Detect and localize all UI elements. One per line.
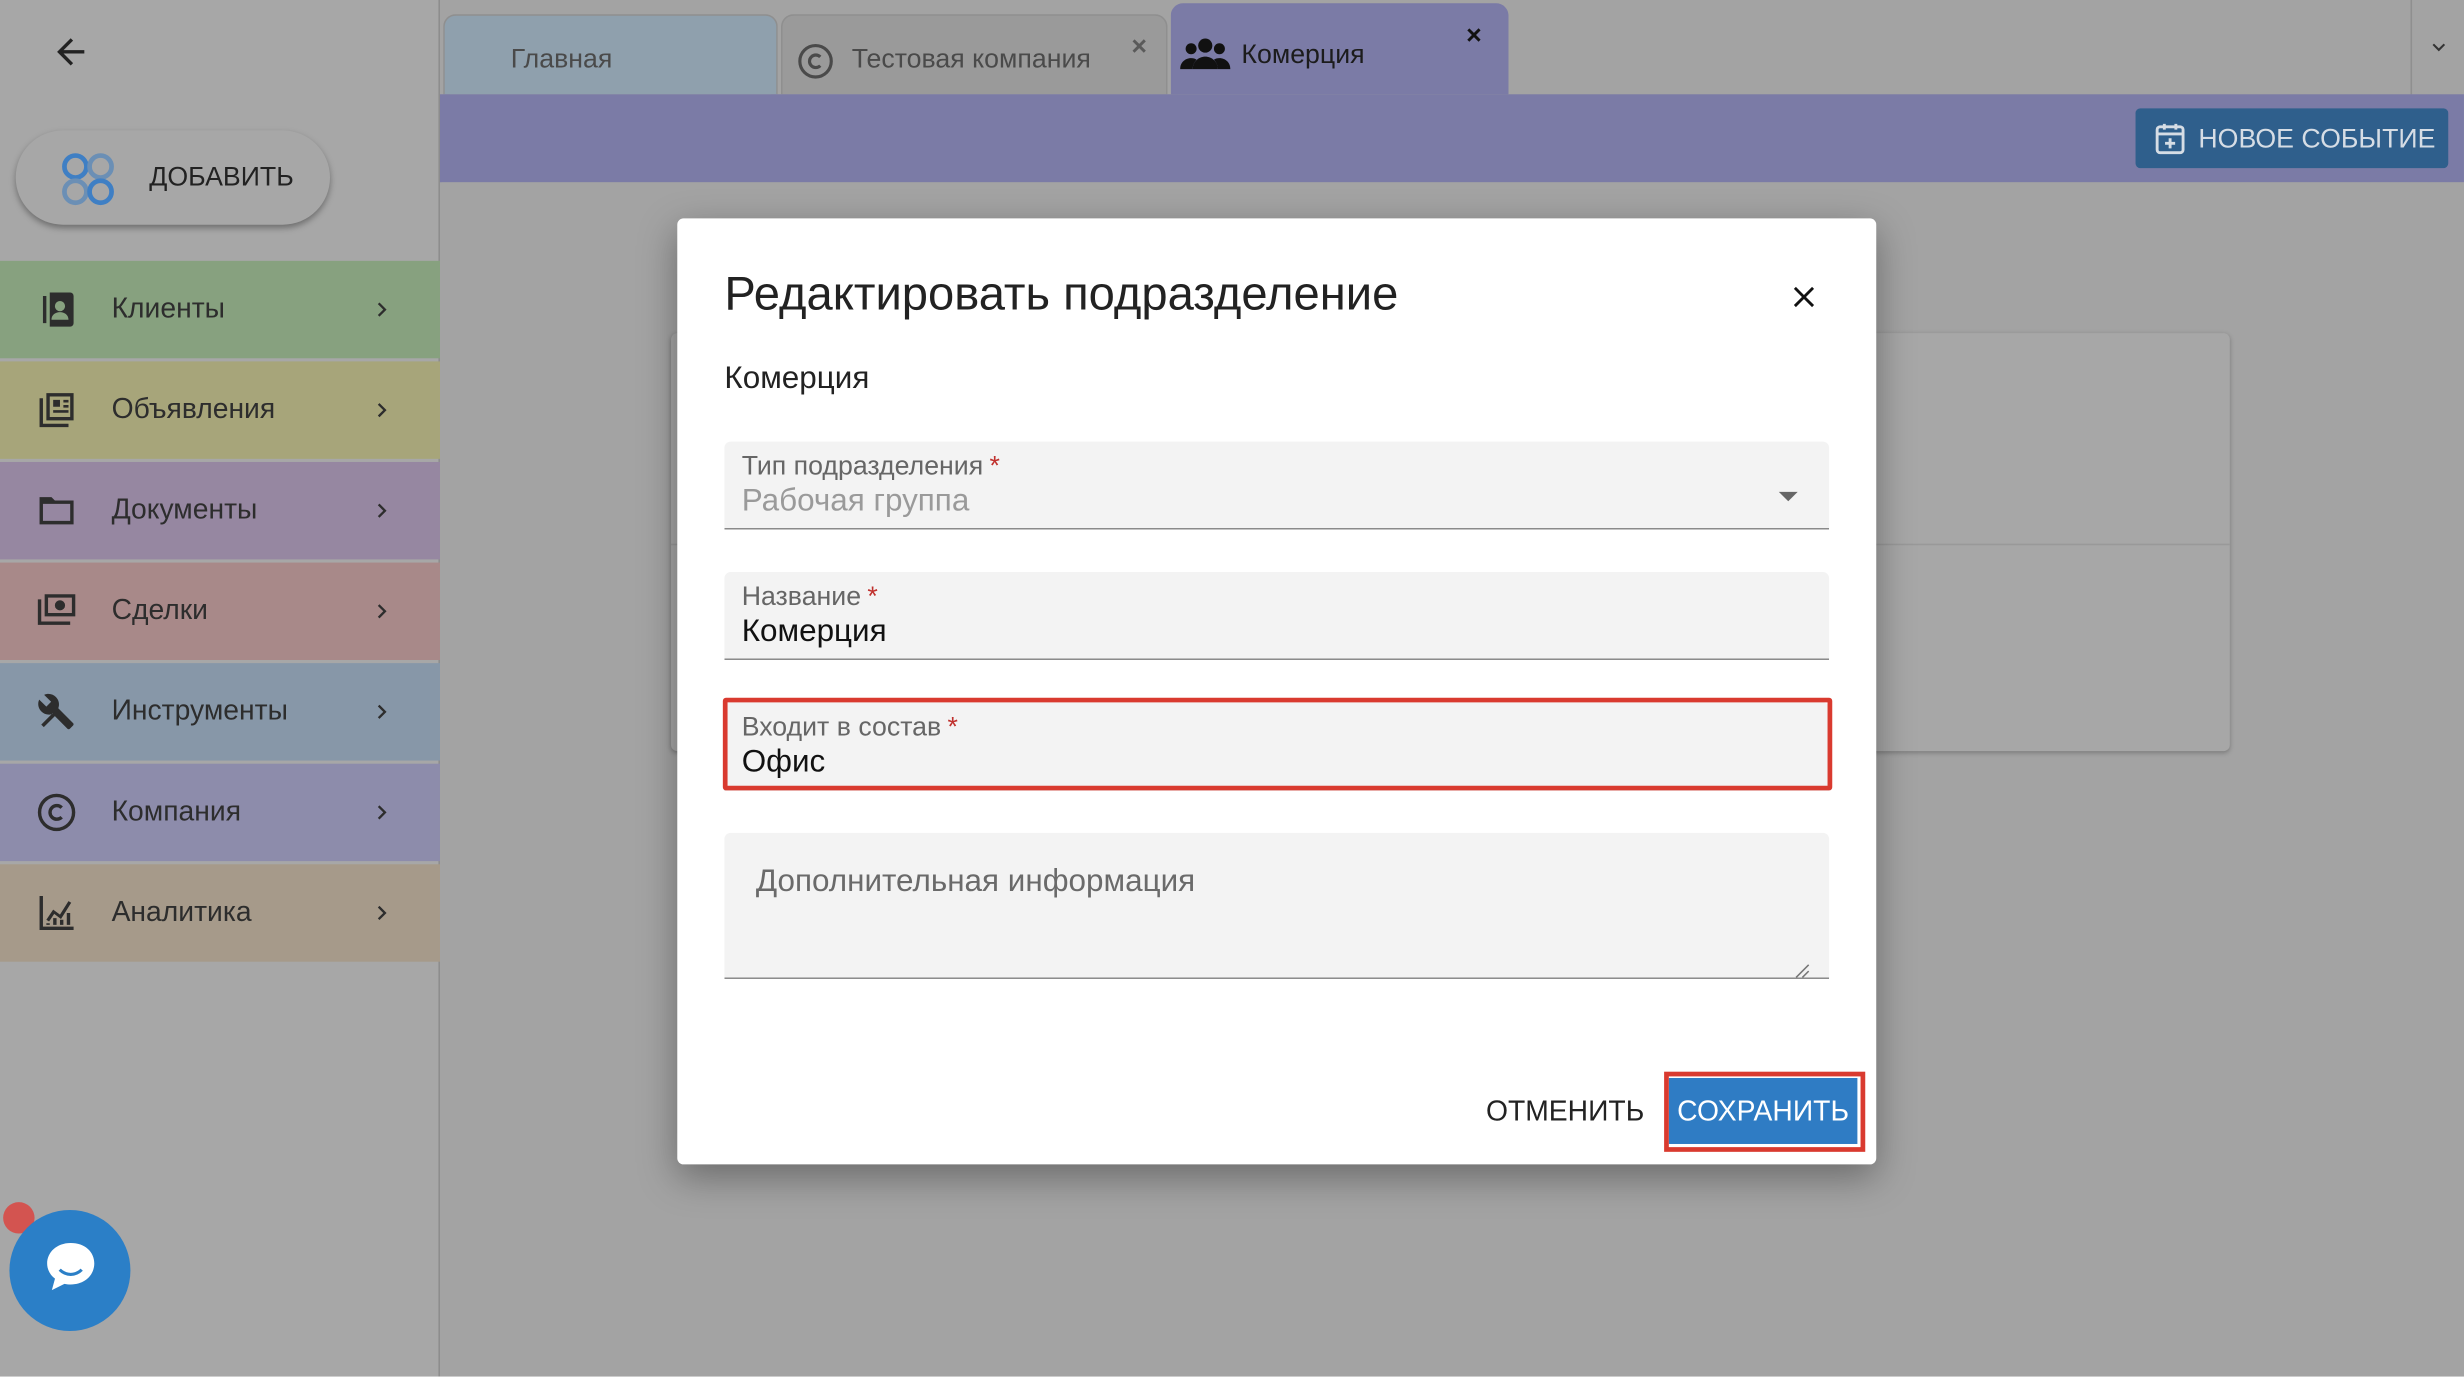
chat-button[interactable]	[9, 1209, 131, 1331]
add-logo-icon	[57, 148, 120, 211]
new-event-label: НОВОЕ СОБЫТИЕ	[2198, 124, 2436, 154]
sidebar-item-company[interactable]: Компания	[0, 763, 440, 862]
analytics-icon	[35, 893, 79, 934]
name-field[interactable]: Название * Комерция	[724, 571, 1830, 660]
tab-commerce-label: Комерция	[1241, 39, 1365, 70]
sidebar-menu: Клиенты Объявления Документы Сделки Инструме…	[0, 260, 440, 965]
chevron-right-icon	[368, 497, 396, 525]
sidebar-item-deals[interactable]: Сделки	[0, 562, 440, 660]
add-button-label: ДОБАВИТЬ	[149, 161, 294, 192]
resize-grip-icon[interactable]	[1795, 959, 1811, 978]
edit-department-dialog: Редактировать подразделение Комерция Тип…	[677, 218, 1877, 1165]
cancel-button[interactable]: ОТМЕНИТЬ	[1471, 1080, 1660, 1143]
tab-bar: Главная Тестовая компания × Комерция ×	[439, 0, 2464, 95]
copyright-icon	[797, 42, 835, 80]
tabs-dropdown-icon[interactable]	[2410, 0, 2464, 95]
additional-info-textarea[interactable]: Дополнительная информация	[724, 832, 1830, 979]
chevron-right-icon	[368, 798, 396, 826]
sidebar-item-label: Инструменты	[111, 694, 288, 726]
chevron-right-icon	[368, 698, 396, 726]
sidebar-item-label: Аналитика	[111, 895, 252, 928]
tab-commerce[interactable]: Комерция ×	[1170, 3, 1509, 95]
tab-commerce-close-icon[interactable]: ×	[1466, 20, 1482, 51]
sidebar-item-clients[interactable]: Клиенты	[0, 260, 440, 359]
tab-home[interactable]: Главная	[443, 14, 778, 95]
sidebar-item-documents[interactable]: Документы	[0, 461, 440, 560]
close-icon[interactable]	[1782, 275, 1826, 319]
add-button[interactable]: ДОБАВИТЬ	[15, 130, 330, 225]
additional-info-placeholder: Дополнительная информация	[755, 864, 1196, 899]
sidebar: ДОБАВИТЬ Клиенты Объявления Документы Сделк…	[0, 0, 440, 1377]
sidebar-item-label: Компания	[111, 795, 242, 827]
dialog-title: Редактировать подразделение	[724, 268, 1399, 321]
chat-bubble-icon	[37, 1234, 103, 1308]
group-icon	[1180, 36, 1231, 71]
name-value: Комерция	[741, 614, 887, 649]
part-of-field[interactable]: Входит в состав * Офис	[724, 702, 1830, 791]
dropdown-arrow-icon	[1778, 491, 1798, 502]
money-icon	[35, 591, 79, 632]
name-label: Название *	[741, 581, 878, 612]
part-of-value: Офис	[741, 744, 826, 780]
sidebar-item-analytics[interactable]: Аналитика	[0, 864, 440, 962]
sidebar-item-label: Документы	[111, 493, 258, 525]
tools-icon	[35, 691, 79, 732]
sidebar-item-listings[interactable]: Объявления	[0, 361, 440, 459]
new-event-button[interactable]: НОВОЕ СОБЫТИЕ	[2135, 108, 2449, 169]
folder-icon	[35, 490, 79, 531]
sidebar-item-label: Объявления	[111, 392, 276, 425]
tab-company-label: Тестовая компания	[851, 43, 1091, 74]
copyright-icon	[35, 792, 79, 833]
back-arrow-icon[interactable]	[47, 28, 94, 75]
dialog-subtitle: Комерция	[724, 361, 870, 396]
sidebar-item-label: Сделки	[111, 593, 208, 626]
contacts-icon	[35, 289, 79, 330]
calendar-plus-icon	[2153, 121, 2188, 156]
department-type-select[interactable]: Тип подразделения * Рабочая группа	[724, 441, 1830, 530]
part-of-label: Входит в состав *	[741, 711, 958, 742]
chevron-right-icon	[368, 597, 396, 625]
department-type-label: Тип подразделения *	[741, 450, 1000, 481]
chevron-right-icon	[368, 295, 396, 323]
app-window: ДОБАВИТЬ Клиенты Объявления Документы Сделк…	[0, 0, 2464, 1377]
listings-icon	[35, 390, 79, 431]
sidebar-item-label: Клиенты	[111, 292, 226, 324]
chevron-right-icon	[368, 899, 396, 927]
save-button[interactable]: СОХРАНИТЬ	[1668, 1077, 1858, 1144]
toolbar: НОВОЕ СОБЫТИЕ	[439, 94, 2464, 183]
tab-company[interactable]: Тестовая компания ×	[780, 14, 1168, 95]
sidebar-item-tools[interactable]: Инструменты	[0, 663, 440, 761]
tab-home-label: Главная	[510, 43, 613, 74]
tab-company-close-icon[interactable]: ×	[1131, 31, 1147, 62]
department-type-value: Рабочая группа	[741, 483, 970, 519]
chevron-right-icon	[368, 396, 396, 424]
